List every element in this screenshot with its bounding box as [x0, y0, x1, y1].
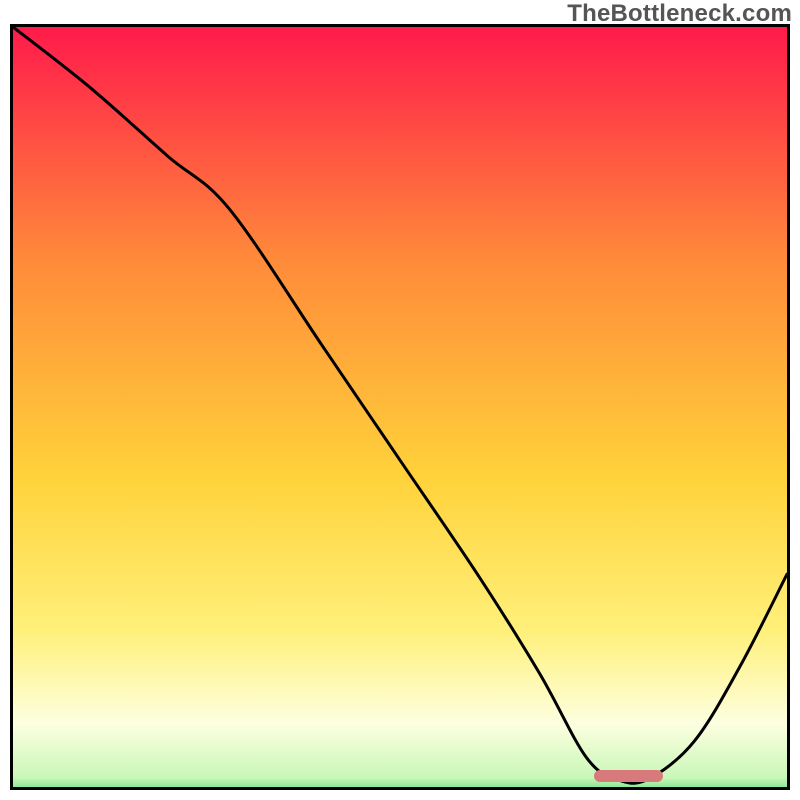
optimal-marker — [594, 770, 664, 782]
bottleneck-curve — [13, 27, 787, 787]
plot-area — [10, 24, 790, 790]
chart-frame: TheBottleneck.com — [0, 0, 800, 800]
